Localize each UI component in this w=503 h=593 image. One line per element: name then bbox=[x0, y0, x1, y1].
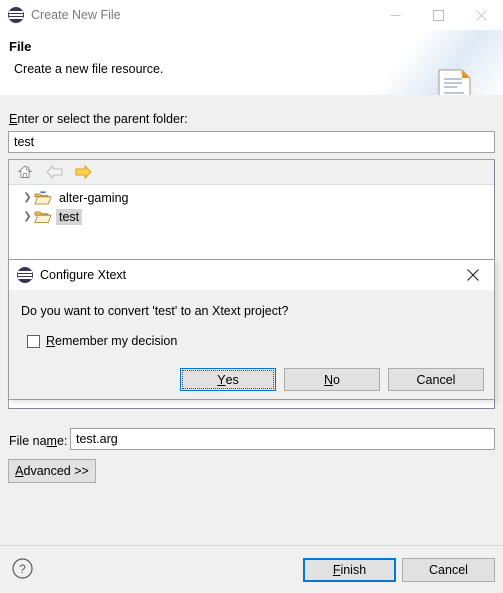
svg-text:?: ? bbox=[19, 562, 26, 576]
tree-row-label: test bbox=[56, 208, 83, 225]
file-name-label-accel: m bbox=[46, 434, 57, 448]
window-titlebar: Create New File bbox=[0, 0, 503, 30]
page-title: File bbox=[9, 39, 32, 54]
dialog-titlebar: Configure Xtext bbox=[9, 260, 494, 290]
wizard-header: File Create a new file resource. bbox=[0, 30, 503, 95]
folder-tree-toolbar bbox=[9, 160, 494, 185]
header-decoration bbox=[303, 30, 503, 95]
window-title: Create New File bbox=[31, 8, 121, 22]
page-subtitle: Create a new file resource. bbox=[14, 62, 164, 76]
yes-button-label: es bbox=[225, 372, 239, 387]
minimize-icon[interactable] bbox=[374, 0, 417, 30]
advanced-button[interactable]: Advanced >> bbox=[8, 459, 96, 483]
chevron-right-icon[interactable]: ❯ bbox=[21, 192, 34, 203]
configure-xtext-dialog: Configure Xtext Do you want to convert '… bbox=[8, 259, 495, 400]
dialog-cancel-button[interactable]: Cancel bbox=[388, 368, 484, 391]
tree-row-label: alter-gaming bbox=[59, 190, 129, 205]
no-button-label: o bbox=[333, 372, 340, 387]
file-name-input[interactable] bbox=[70, 428, 495, 450]
checkbox-box[interactable] bbox=[27, 334, 40, 348]
tree-row[interactable]: ❯ alter-gaming bbox=[9, 188, 494, 207]
chevron-right-icon[interactable]: ❯ bbox=[21, 211, 34, 222]
help-question-icon[interactable]: ? bbox=[12, 558, 33, 579]
tree-row[interactable]: ❯ test bbox=[9, 207, 494, 226]
new-file-icon bbox=[438, 69, 471, 95]
finish-button[interactable]: Finish bbox=[303, 558, 396, 582]
back-arrow-icon[interactable] bbox=[44, 162, 64, 182]
home-icon[interactable] bbox=[15, 162, 35, 182]
eclipse-icon bbox=[17, 267, 33, 283]
footer-divider bbox=[0, 545, 503, 546]
finish-button-label: inish bbox=[340, 563, 367, 577]
advanced-button-accel: A bbox=[15, 464, 24, 478]
yes-button-accel: Y bbox=[217, 372, 226, 387]
folder-tree-body: ❯ alter-gaming ❯ test bbox=[9, 185, 494, 226]
yes-button[interactable]: Yes bbox=[180, 368, 276, 391]
eclipse-icon bbox=[8, 7, 24, 23]
file-name-label-a: File na bbox=[9, 434, 47, 448]
file-name-label: File name: bbox=[9, 434, 67, 448]
parent-folder-label-rest: nter or select the parent folder: bbox=[17, 112, 188, 126]
maximize-icon[interactable] bbox=[417, 0, 460, 30]
remember-decision-rest: emember my decision bbox=[55, 334, 178, 348]
finish-button-accel: F bbox=[332, 563, 341, 577]
dialog-body: Do you want to convert 'test' to an Xtex… bbox=[9, 290, 494, 400]
dialog-button-row: Yes No Cancel bbox=[180, 368, 484, 391]
parent-folder-label: Enter or select the parent folder: bbox=[9, 112, 188, 126]
dialog-message: Do you want to convert 'test' to an Xtex… bbox=[21, 304, 289, 318]
remember-decision-accel: R bbox=[46, 334, 56, 348]
remember-decision-checkbox[interactable]: Remember my decision bbox=[27, 334, 177, 348]
no-button-accel: N bbox=[324, 372, 334, 387]
advanced-button-label: dvanced >> bbox=[23, 464, 89, 478]
dialog-title: Configure Xtext bbox=[40, 268, 127, 282]
close-icon[interactable] bbox=[452, 260, 494, 290]
no-button[interactable]: No bbox=[284, 368, 380, 391]
project-folder-icon bbox=[34, 190, 52, 206]
folder-icon bbox=[34, 209, 52, 225]
remember-decision-label: Remember my decision bbox=[46, 334, 177, 348]
cancel-button[interactable]: Cancel bbox=[402, 558, 495, 582]
create-new-file-wizard: Create New File File Create a new file r… bbox=[0, 0, 503, 593]
file-name-label-b: e: bbox=[56, 434, 68, 448]
close-icon[interactable] bbox=[460, 0, 503, 30]
parent-folder-input[interactable] bbox=[8, 131, 495, 153]
window-controls bbox=[374, 0, 503, 30]
forward-arrow-icon[interactable] bbox=[73, 162, 93, 182]
